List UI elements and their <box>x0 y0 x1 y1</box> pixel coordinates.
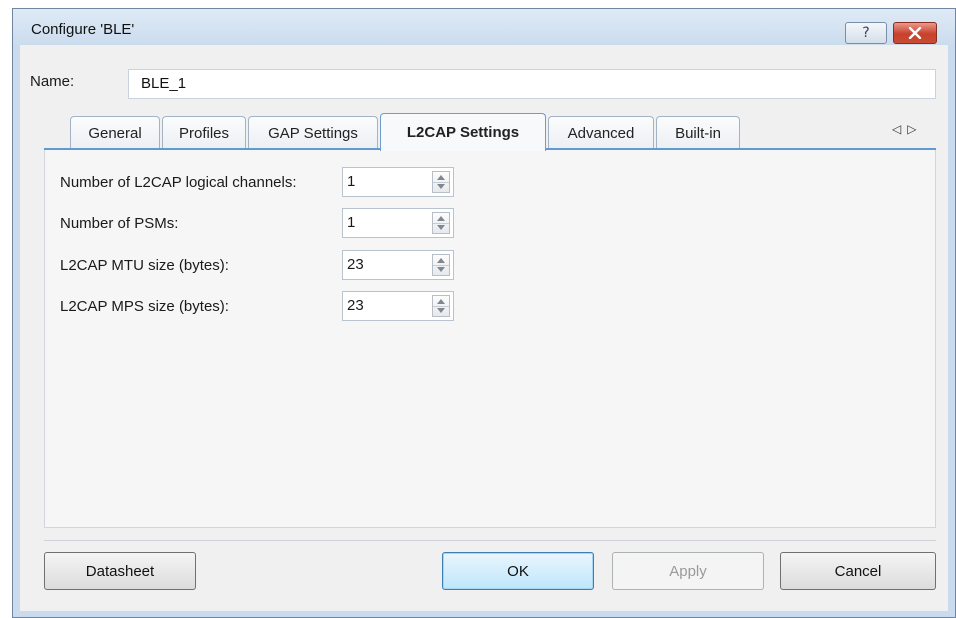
close-button[interactable] <box>893 22 937 44</box>
tab-gap-settings[interactable]: GAP Settings <box>248 116 378 149</box>
spin-divider <box>433 306 449 307</box>
tab-label: L2CAP Settings <box>406 124 520 141</box>
spin-down-icon[interactable] <box>437 225 445 230</box>
spin-down-icon[interactable] <box>437 308 445 313</box>
l2cap-channels-stepper[interactable]: 1 <box>342 167 454 197</box>
question-mark-icon: ? <box>862 25 870 41</box>
psm-count-stepper[interactable]: 1 <box>342 208 454 238</box>
mtu-size-stepper[interactable]: 23 <box>342 250 454 280</box>
button-separator <box>44 540 936 541</box>
l2cap-settings-panel <box>44 150 936 528</box>
mtu-size-label: L2CAP MTU size (bytes): <box>60 257 229 274</box>
l2cap-channels-label: Number of L2CAP logical channels: <box>60 174 297 191</box>
spin-buttons[interactable] <box>432 212 450 234</box>
close-icon <box>908 27 922 39</box>
tab-label: GAP Settings <box>268 124 358 142</box>
spin-down-icon[interactable] <box>437 184 445 189</box>
spin-value: 23 <box>347 256 364 273</box>
mps-size-label: L2CAP MPS size (bytes): <box>60 298 229 315</box>
spin-down-icon[interactable] <box>437 267 445 272</box>
tab-l2cap-settings[interactable]: L2CAP Settings <box>380 113 546 151</box>
triangle-left-icon[interactable]: ◁ <box>892 122 907 136</box>
tab-label: General <box>88 124 142 142</box>
spin-up-icon[interactable] <box>437 299 445 304</box>
tab-general[interactable]: General <box>70 116 160 149</box>
spin-buttons[interactable] <box>432 171 450 193</box>
tab-advanced[interactable]: Advanced <box>548 116 654 149</box>
apply-button[interactable]: Apply <box>612 552 764 590</box>
spin-value: 1 <box>347 214 356 231</box>
spin-buttons[interactable] <box>432 254 450 276</box>
tab-label: Advanced <box>567 124 635 142</box>
title-bar[interactable]: Configure 'BLE' ? <box>13 9 955 45</box>
cancel-button[interactable]: Cancel <box>780 552 936 590</box>
help-button[interactable]: ? <box>845 22 887 44</box>
spin-buttons[interactable] <box>432 295 450 317</box>
tab-scroll-arrows[interactable]: ◁▷ <box>892 122 922 136</box>
spin-up-icon[interactable] <box>437 216 445 221</box>
spin-divider <box>433 182 449 183</box>
name-label: Name: <box>30 73 75 90</box>
spin-value: 23 <box>347 297 364 314</box>
window-title: Configure 'BLE' <box>31 21 135 38</box>
psm-count-label: Number of PSMs: <box>60 215 179 232</box>
tab-label: Built-in <box>675 124 721 142</box>
spin-up-icon[interactable] <box>437 258 445 263</box>
triangle-right-icon[interactable]: ▷ <box>907 122 922 136</box>
mps-size-stepper[interactable]: 23 <box>342 291 454 321</box>
ok-button[interactable]: OK <box>442 552 594 590</box>
name-input[interactable]: BLE_1 <box>128 69 936 99</box>
spin-up-icon[interactable] <box>437 175 445 180</box>
spin-divider <box>433 265 449 266</box>
tab-label: Profiles <box>178 124 230 142</box>
datasheet-button[interactable]: Datasheet <box>44 552 196 590</box>
tab-built-in[interactable]: Built-in <box>656 116 740 149</box>
tab-profiles[interactable]: Profiles <box>162 116 246 149</box>
spin-divider <box>433 223 449 224</box>
spin-value: 1 <box>347 173 356 190</box>
